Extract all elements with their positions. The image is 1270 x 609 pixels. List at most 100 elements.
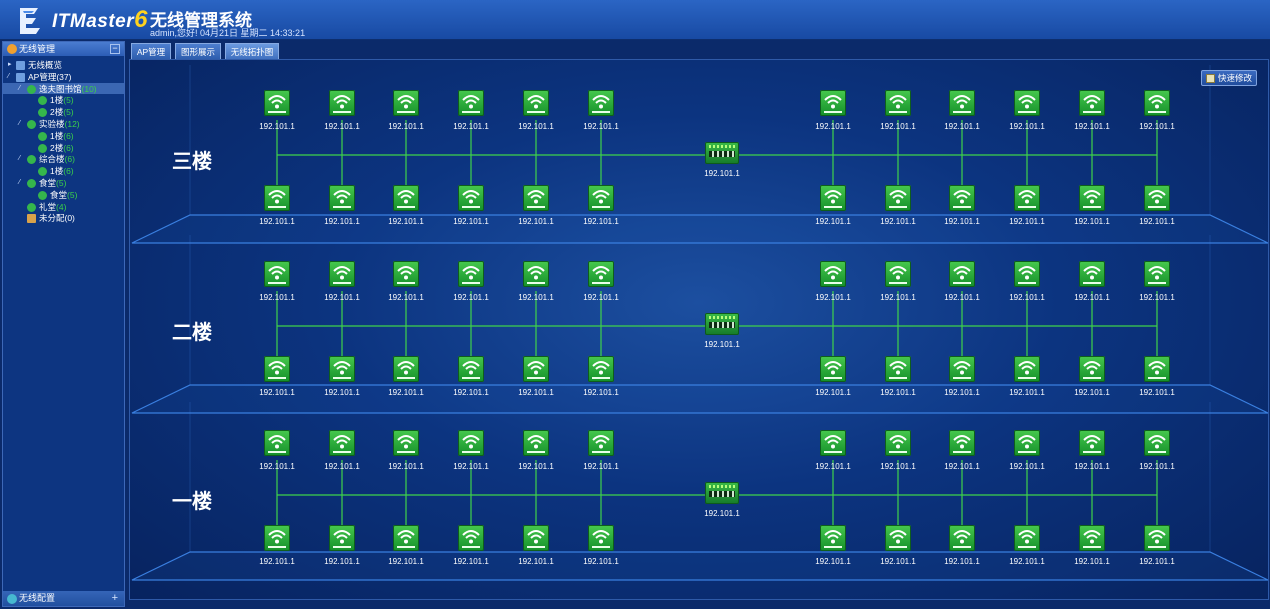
tree-toggle-icon[interactable]: ⁄ <box>8 71 15 83</box>
access-point[interactable] <box>1014 356 1040 382</box>
access-point[interactable] <box>588 261 614 287</box>
tab-ap-manage[interactable]: AP管理 <box>131 43 171 59</box>
access-point[interactable] <box>329 430 355 456</box>
access-point[interactable] <box>1079 356 1105 382</box>
access-point[interactable] <box>523 90 549 116</box>
switch-node[interactable] <box>705 313 739 335</box>
access-point[interactable] <box>393 430 419 456</box>
tree-node[interactable]: ⁄ 食堂(5) <box>3 177 124 189</box>
switch-node[interactable] <box>705 142 739 164</box>
access-point[interactable] <box>1079 90 1105 116</box>
access-point[interactable] <box>949 90 975 116</box>
access-point[interactable] <box>885 185 911 211</box>
access-point[interactable] <box>393 185 419 211</box>
access-point[interactable] <box>264 525 290 551</box>
access-point[interactable] <box>523 356 549 382</box>
quick-edit-button[interactable]: 快速修改 <box>1201 70 1257 86</box>
tree-node[interactable]: ⁄ 综合楼(6) <box>3 153 124 165</box>
tree-node[interactable]: 1楼(6) <box>3 165 124 177</box>
tree-toggle-icon[interactable]: ⁄ <box>19 118 26 130</box>
access-point[interactable] <box>1014 430 1040 456</box>
access-point[interactable] <box>820 525 846 551</box>
tree-node[interactable]: ▸ 无线概览 <box>3 59 124 71</box>
tab-wireless-topology[interactable]: 无线拓扑图 <box>225 43 279 59</box>
tree-node[interactable]: 2楼(5) <box>3 106 124 118</box>
access-point[interactable] <box>1144 525 1170 551</box>
access-point[interactable] <box>393 525 419 551</box>
expand-config-button[interactable]: + <box>112 591 118 606</box>
access-point[interactable] <box>949 430 975 456</box>
access-point[interactable] <box>588 356 614 382</box>
switch-node[interactable] <box>705 482 739 504</box>
access-point[interactable] <box>329 356 355 382</box>
access-point[interactable] <box>329 90 355 116</box>
access-point[interactable] <box>588 185 614 211</box>
access-point[interactable] <box>588 90 614 116</box>
access-point[interactable] <box>1014 261 1040 287</box>
access-point[interactable] <box>1079 525 1105 551</box>
access-point[interactable] <box>1144 90 1170 116</box>
access-point[interactable] <box>523 430 549 456</box>
tree-node[interactable]: 1楼(5) <box>3 94 124 106</box>
access-point[interactable] <box>264 430 290 456</box>
collapse-button[interactable]: − <box>110 44 120 54</box>
access-point[interactable] <box>264 185 290 211</box>
access-point[interactable] <box>1144 356 1170 382</box>
access-point[interactable] <box>885 356 911 382</box>
access-point[interactable] <box>1014 90 1040 116</box>
tree-toggle-icon[interactable]: ⁄ <box>19 177 26 189</box>
access-point[interactable] <box>820 90 846 116</box>
sidebar-header[interactable]: 无线管理 − <box>3 42 124 56</box>
access-point[interactable] <box>458 525 484 551</box>
access-point[interactable] <box>458 356 484 382</box>
tree-toggle-icon[interactable]: ⁄ <box>19 83 26 95</box>
access-point[interactable] <box>885 430 911 456</box>
tab-graphic-view[interactable]: 图形展示 <box>175 43 221 59</box>
access-point[interactable] <box>885 90 911 116</box>
access-point[interactable] <box>1144 430 1170 456</box>
access-point[interactable] <box>523 185 549 211</box>
access-point[interactable] <box>329 525 355 551</box>
access-point[interactable] <box>885 261 911 287</box>
access-point[interactable] <box>588 430 614 456</box>
access-point[interactable] <box>458 90 484 116</box>
access-point[interactable] <box>393 261 419 287</box>
access-point[interactable] <box>1144 261 1170 287</box>
access-point[interactable] <box>1144 185 1170 211</box>
tree-toggle-icon[interactable]: ▸ <box>8 59 15 71</box>
access-point[interactable] <box>1079 185 1105 211</box>
access-point[interactable] <box>820 356 846 382</box>
tree-node[interactable]: ⁄ AP管理(37) <box>3 71 124 83</box>
tree-node[interactable]: ⁄ 实验楼(12) <box>3 118 124 130</box>
access-point[interactable] <box>949 185 975 211</box>
access-point[interactable] <box>393 90 419 116</box>
access-point[interactable] <box>264 90 290 116</box>
access-point[interactable] <box>329 261 355 287</box>
tree-node[interactable]: ⁄ 逸夫图书馆(10) <box>3 82 124 95</box>
sidebar-footer[interactable]: 无线配置 + <box>3 591 124 606</box>
access-point[interactable] <box>523 261 549 287</box>
access-point[interactable] <box>820 261 846 287</box>
access-point[interactable] <box>329 185 355 211</box>
access-point[interactable] <box>264 356 290 382</box>
tree-node[interactable]: 食堂(5) <box>3 189 124 201</box>
access-point[interactable] <box>458 261 484 287</box>
access-point[interactable] <box>458 185 484 211</box>
access-point[interactable] <box>458 430 484 456</box>
tree-node[interactable]: 未分配(0) <box>3 212 124 224</box>
access-point[interactable] <box>1014 525 1040 551</box>
access-point[interactable] <box>949 525 975 551</box>
access-point[interactable] <box>949 261 975 287</box>
access-point[interactable] <box>820 430 846 456</box>
tree-node[interactable]: 2楼(6) <box>3 142 124 154</box>
access-point[interactable] <box>1079 261 1105 287</box>
access-point[interactable] <box>820 185 846 211</box>
access-point[interactable] <box>949 356 975 382</box>
access-point[interactable] <box>588 525 614 551</box>
access-point[interactable] <box>885 525 911 551</box>
access-point[interactable] <box>1079 430 1105 456</box>
access-point[interactable] <box>523 525 549 551</box>
tree-toggle-icon[interactable]: ⁄ <box>19 153 26 165</box>
access-point[interactable] <box>264 261 290 287</box>
access-point[interactable] <box>1014 185 1040 211</box>
